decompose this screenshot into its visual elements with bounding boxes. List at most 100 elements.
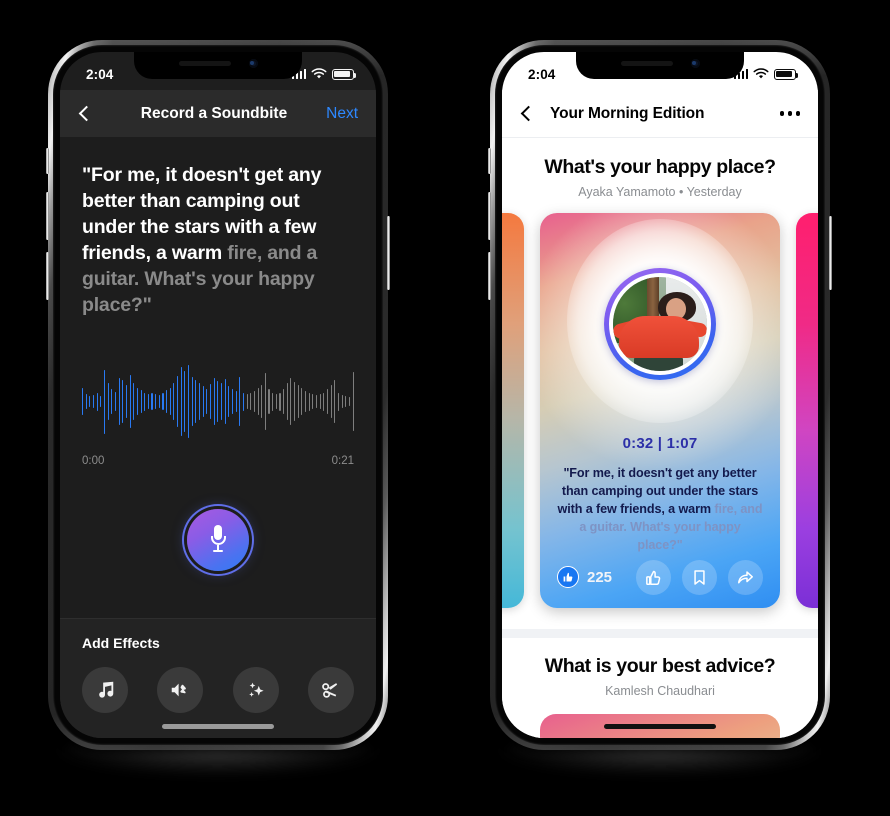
waveform-bar [82,387,84,416]
effect-trim-button[interactable] [307,667,354,713]
bookmark-icon [694,569,705,585]
silent-switch[interactable] [488,148,491,174]
waveform-bar [92,394,95,409]
record-body: "For me, it doesn't get any better than … [60,137,376,738]
avatar [613,277,707,371]
soundbite-card[interactable]: 0:32 | 1:07 "For me, it doesn't get any … [540,213,780,608]
front-camera-icon [690,59,700,68]
feed[interactable]: What's your happy place? Ayaka Yamamoto … [502,137,818,738]
waveform-bar [341,394,343,409]
waveform-bar [330,385,332,418]
waveform-bar [169,387,171,416]
home-indicator[interactable] [162,724,274,729]
waveform-bar [125,385,127,418]
waveform-bar [177,376,179,427]
waveform-bar [191,376,193,427]
status-time: 2:04 [528,66,556,82]
waveform-bar [209,384,212,419]
waveform-bar [129,375,131,428]
waveform-bar [151,393,153,410]
waveform-bar [253,390,255,413]
effect-sparkles-button[interactable] [232,667,279,713]
soundbite-carousel[interactable]: 0:32 | 1:07 "For me, it doesn't get any … [502,213,818,613]
waveform-bar [326,389,329,414]
power-button[interactable] [387,216,390,290]
waveform-bar [294,381,296,422]
screen-morning-edition: 2:04 Your Morning Edition What's your ha… [502,52,818,738]
wifi-icon [311,68,327,79]
add-effects-title: Add Effects [82,635,160,651]
chevron-left-icon [78,105,95,122]
waveform-bar [348,396,350,407]
waveform-bar [246,394,248,409]
add-effects-panel: Add Effects [60,618,376,738]
volume-up-button[interactable] [46,192,49,240]
next-button[interactable]: Next [316,105,358,123]
effect-music-button[interactable] [82,667,128,713]
battery-icon [332,68,357,80]
section-divider [502,629,818,638]
waveform-bar [199,382,201,421]
waveform-bar [162,393,164,410]
waveform-bar [114,391,116,412]
record-button[interactable] [187,508,249,571]
like-button[interactable] [636,559,671,595]
share-button[interactable] [728,559,763,595]
waveform-bar [235,390,237,413]
carousel-card-previous[interactable] [502,213,524,608]
carousel-card-next[interactable] [796,213,818,608]
waveform-bar [286,383,288,420]
page-title: Your Morning Edition [550,104,705,122]
waveform-bar [305,390,307,413]
waveform-times: 0:00 0:21 [82,455,354,467]
waveform-bar [283,389,285,414]
waveform-bar [184,371,186,432]
silent-switch[interactable] [46,148,49,174]
effect-voice-button[interactable] [157,667,204,713]
waveform-bar [140,390,142,413]
waveform-bar [158,394,160,409]
post-title: What is your best advice? [544,655,776,677]
save-button[interactable] [682,559,717,595]
like-summary[interactable]: 225 [557,566,612,588]
waveform-bar [220,383,222,420]
waveform-bar [323,392,325,411]
earpiece-speaker [178,61,231,66]
more-options-icon[interactable] [779,111,800,116]
scissors-icon [322,683,338,698]
waveform-bar [217,381,219,423]
card-transcript: "For me, it doesn't get any better than … [556,465,764,554]
waveform-bar [213,377,215,426]
power-button[interactable] [829,216,832,290]
waveform-bar [250,393,252,410]
avatar-zone [540,213,780,435]
home-indicator[interactable] [604,724,716,729]
back-button[interactable] [78,105,112,122]
volume-down-button[interactable] [46,252,49,300]
waveform-bar [122,380,124,423]
thumbs-up-badge-icon [557,566,579,588]
screen-record-soundbite: 2:04 Record a Soundbite Next "For me, it… [60,52,376,738]
waveform-bar [231,389,233,414]
notch [576,52,744,79]
waveform-bar [345,395,347,408]
back-button[interactable] [520,105,550,122]
effects-row [82,667,354,713]
waveform-bar [312,394,314,409]
status-indicators [733,68,799,80]
record-button-wrap [60,508,376,571]
waveform[interactable] [82,361,354,443]
volume-up-button[interactable] [488,192,491,240]
post-best-advice[interactable]: What is your best advice? Kamlesh Chaudh… [502,638,818,738]
front-camera-icon [248,59,258,68]
waveform-bar [173,383,175,420]
phone-device-record: 2:04 Record a Soundbite Next "For me, it… [46,40,390,776]
battery-icon [774,68,799,80]
action-buttons [636,559,763,595]
volume-down-button[interactable] [488,252,491,300]
waveform-bar [290,377,292,426]
waveform-bar [239,376,241,427]
share-arrow-icon [738,570,753,583]
card-actions: 225 [540,546,780,608]
waveform-bar [144,392,146,411]
